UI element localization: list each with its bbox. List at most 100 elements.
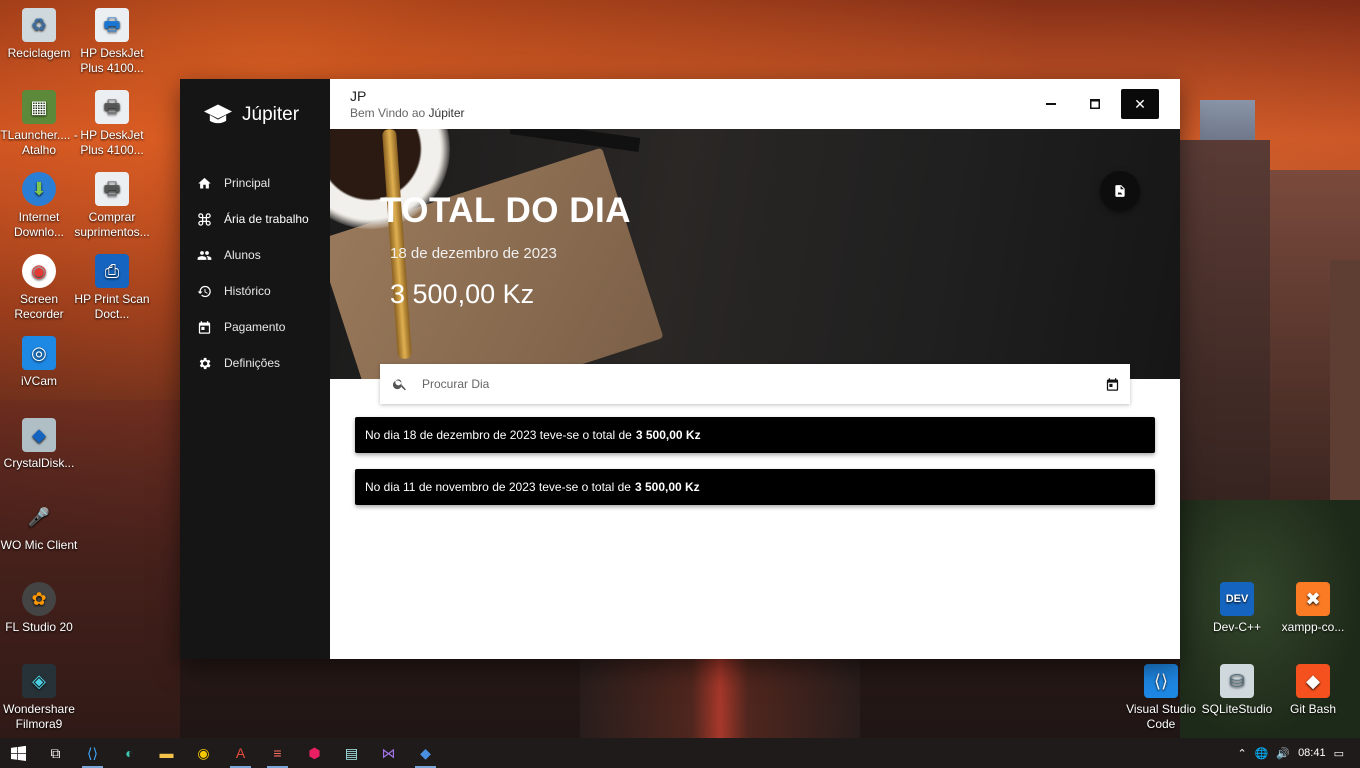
sqlite-icon: ⛁	[1220, 664, 1254, 698]
sidebar: Júpiter Principal Ária de trabalho Aluno…	[180, 79, 330, 659]
pdf-icon	[1115, 185, 1125, 197]
task-view-icon: ⧉	[50, 744, 61, 761]
hero-date: 18 de dezembro de 2023	[390, 245, 557, 262]
calendar-picker-icon[interactable]	[1105, 377, 1120, 392]
printer-supplies-icon: 🖶	[95, 172, 129, 206]
list-item[interactable]: No dia 18 de dezembro de 2023 teve-se o …	[355, 417, 1155, 453]
search-bar	[380, 364, 1130, 404]
desktop-icon-vscode[interactable]: ⟨⟩ Visual Studio Code	[1122, 664, 1200, 732]
taskbar-file-explorer[interactable]: ▬	[148, 738, 185, 768]
sidebar-item-label: Definições	[224, 356, 281, 370]
record-text: No dia 11 de novembro de 2023 teve-se o …	[365, 480, 631, 494]
chevron-up-icon[interactable]: ⌃	[1237, 747, 1246, 760]
export-pdf-button[interactable]	[1100, 171, 1140, 211]
taskbar-app-pink[interactable]: ⬢	[296, 738, 333, 768]
command-icon	[198, 212, 211, 226]
total-do-dia-title: TOTAL DO DIA	[380, 191, 631, 230]
ivcam-icon: ◎	[22, 336, 56, 370]
app-icon: ◉	[197, 744, 210, 761]
sidebar-item-principal[interactable]: Principal	[180, 165, 330, 201]
sidebar-item-label: Principal	[224, 176, 271, 190]
recycle-bin-icon: ♻	[22, 8, 56, 42]
taskbar-notepad[interactable]: ▤	[333, 738, 370, 768]
welcome-subtitle: Bem Vindo ao Júpiter	[350, 106, 465, 120]
sidebar-item-area-de-trabalho[interactable]: Ária de trabalho	[180, 201, 330, 237]
people-icon	[197, 250, 212, 260]
clock[interactable]: 08:41	[1298, 747, 1326, 759]
desktop-icon-reciclagem[interactable]: ♻ Reciclagem	[0, 8, 78, 61]
notification-icon[interactable]: ▭	[1334, 747, 1344, 760]
brand: Júpiter	[180, 79, 330, 151]
desktop-icon-hp-print-scan[interactable]: ⎙ HP Print Scan Doct...	[73, 254, 151, 322]
desktop-icon-screen-recorder[interactable]: ◉ Screen Recorder	[0, 254, 78, 322]
desktop-icon-wo-mic[interactable]: 🎤 WO Mic Client	[0, 500, 78, 553]
close-button[interactable]: ✕	[1121, 89, 1159, 119]
stack-icon: ≡	[273, 745, 282, 761]
brand-title: Júpiter	[242, 104, 300, 125]
sidebar-item-label: Ária de trabalho	[224, 212, 309, 226]
record-amount: 3 500,00 Kz	[635, 428, 701, 442]
globe-icon[interactable]: 🌐	[1255, 747, 1269, 760]
sidebar-item-definicoes[interactable]: Definições	[180, 345, 330, 381]
desktop-icon-filmora[interactable]: ◈ Wondershare Filmora9	[0, 664, 78, 732]
crystaldisk-icon: ◆	[22, 418, 56, 452]
taskbar: ⧉ ⟨⟩ ◐ ▬ ◉ A ≡ ⬢ ▤ ⋈ ◆ ⌃ 🌐 🔊 08:41 ▭	[0, 738, 1360, 768]
page-title: JP	[350, 88, 367, 104]
access-icon: A	[235, 745, 246, 761]
sidebar-nav: Principal Ária de trabalho Alunos Histór…	[180, 165, 330, 381]
taskbar-visual-studio[interactable]: ⋈	[370, 738, 407, 768]
taskbar-edge[interactable]: ◐	[111, 738, 148, 768]
desktop-icon-hp-deskjet-2[interactable]: 🖶 HP DeskJet Plus 4100...	[73, 90, 151, 158]
desktop-icon-tlauncher[interactable]: ▦ TLauncher.... - Atalho	[0, 90, 78, 158]
graduation-cap-icon	[204, 104, 232, 124]
desktop-icon-git-bash[interactable]: ◆ Git Bash	[1274, 664, 1352, 717]
record-amount: 3 500,00 Kz	[634, 480, 700, 494]
sidebar-item-alunos[interactable]: Alunos	[180, 237, 330, 273]
xampp-icon: ✖	[1296, 582, 1330, 616]
minimize-icon	[1046, 103, 1056, 105]
desktop-icon-crystaldisk[interactable]: ◆ CrystalDisk...	[0, 418, 78, 471]
main-content: JP Bem Vindo ao Júpiter ✕ TOTAL DO DIA 1…	[330, 79, 1180, 659]
tlauncher-icon: ▦	[22, 90, 56, 124]
history-icon	[197, 285, 211, 297]
daily-totals-list: No dia 18 de dezembro de 2023 teve-se o …	[355, 417, 1155, 521]
jupiter-app-window: Júpiter Principal Ária de trabalho Aluno…	[180, 79, 1180, 659]
minimize-button[interactable]	[1029, 89, 1073, 119]
gear-icon	[199, 357, 211, 369]
sidebar-item-label: Alunos	[224, 248, 261, 262]
search-day-input[interactable]	[422, 377, 1105, 391]
maximize-icon	[1090, 99, 1100, 109]
sidebar-item-label: Pagamento	[224, 320, 286, 334]
desktop-icon-ivcam[interactable]: ◎ iVCam	[0, 336, 78, 389]
taskbar-vscode[interactable]: ⟨⟩	[74, 738, 111, 768]
git-bash-icon: ◆	[1296, 664, 1330, 698]
app-blue-icon: ◆	[420, 744, 431, 761]
wo-mic-icon: 🎤	[27, 506, 51, 527]
hero-pen-decoration	[509, 129, 641, 152]
speaker-icon[interactable]: 🔊	[1276, 747, 1290, 760]
taskbar-app[interactable]: ◉	[185, 738, 222, 768]
taskbar-access[interactable]: A	[222, 738, 259, 768]
start-icon	[11, 745, 26, 761]
sidebar-item-pagamento[interactable]: Pagamento	[180, 309, 330, 345]
file-explorer-icon: ▬	[159, 745, 174, 761]
list-item[interactable]: No dia 11 de novembro de 2023 teve-se o …	[355, 469, 1155, 505]
maximize-button[interactable]	[1073, 89, 1117, 119]
taskbar-app-blue[interactable]: ◆	[407, 738, 444, 768]
vscode-icon: ⟨⟩	[1144, 664, 1178, 698]
printer-icon: 🖶	[95, 8, 129, 42]
start-button[interactable]	[0, 738, 37, 768]
desktop-icon-xampp[interactable]: ✖ xampp-co...	[1274, 582, 1352, 635]
taskbar-stack[interactable]: ≡	[259, 738, 296, 768]
desktop-icon-fl-studio[interactable]: ✿ FL Studio 20	[0, 582, 78, 635]
task-view-button[interactable]: ⧉	[37, 738, 74, 768]
desktop-icon-comprar-suprimentos[interactable]: 🖶 Comprar suprimentos...	[73, 172, 151, 240]
devcpp-icon: DEV	[1220, 582, 1254, 616]
sidebar-item-historico[interactable]: Histórico	[180, 273, 330, 309]
desktop-icon-sqlitestudio[interactable]: ⛁ SQLiteStudio	[1198, 664, 1276, 717]
desktop-icon-hp-deskjet-1[interactable]: 🖶 HP DeskJet Plus 4100...	[73, 8, 151, 76]
hero-banner: TOTAL DO DIA 18 de dezembro de 2023 3 50…	[330, 129, 1180, 379]
desktop-icon-devcpp[interactable]: DEV Dev-C++	[1198, 582, 1276, 635]
record-text: No dia 18 de dezembro de 2023 teve-se o …	[365, 428, 632, 442]
desktop-icon-internet-download[interactable]: ⬇ Internet Downlo...	[0, 172, 78, 240]
